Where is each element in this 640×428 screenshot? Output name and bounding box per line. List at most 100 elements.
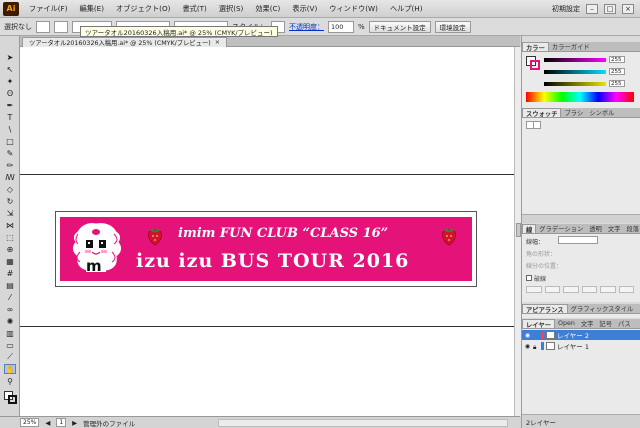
width-tool-icon[interactable]: ⋈ <box>4 220 16 230</box>
canvas-area[interactable]: m imim FUN CLUB “CLASS 16” izu izu BUS T… <box>20 47 514 416</box>
menu-edit[interactable]: 編集(E) <box>74 4 111 14</box>
menu-help[interactable]: ヘルプ(H) <box>384 4 429 14</box>
dash-field-2[interactable] <box>544 286 560 293</box>
tab-gradient[interactable]: グラデーション <box>536 224 586 233</box>
layer-row[interactable]: ◉ 🔒︎ レイヤー 1 <box>522 341 640 351</box>
color-value-3[interactable]: 255 <box>609 80 625 87</box>
stroke-color-icon[interactable] <box>8 395 17 404</box>
direct-selection-tool-icon[interactable]: ↖ <box>4 64 16 74</box>
horizontal-scrollbar[interactable] <box>218 419 508 427</box>
type-tool-icon[interactable]: T <box>4 112 16 122</box>
document-tab[interactable]: ツアータオル20160326入稿用.ai* @ 25% (CMYK/プレビュー)… <box>22 37 228 47</box>
menu-effect[interactable]: 効果(C) <box>249 4 286 14</box>
prev-artboard-icon[interactable]: ◀ <box>45 419 50 427</box>
tab-character[interactable]: 文字 <box>605 224 624 233</box>
tab-layers[interactable]: レイヤー <box>522 319 555 329</box>
lock-slot-icon[interactable] <box>533 332 539 339</box>
opacity-input[interactable]: 100 <box>328 20 354 33</box>
artboard-number-dropdown[interactable]: 1 <box>56 418 67 427</box>
lasso-tool-icon[interactable]: ʘ <box>4 88 16 98</box>
line-tool-icon[interactable]: \ <box>4 124 16 134</box>
dash-field-1[interactable] <box>526 286 542 293</box>
artboard-tool-icon[interactable]: ▭ <box>4 340 16 350</box>
menu-view[interactable]: 表示(V) <box>286 4 323 14</box>
color-value-1[interactable]: 255 <box>609 56 625 63</box>
layer-name[interactable]: レイヤー 1 <box>557 341 589 351</box>
tab-transparency[interactable]: 透明 <box>586 224 605 233</box>
rotate-tool-icon[interactable]: ↻ <box>4 196 16 206</box>
stroke-weight-select[interactable] <box>558 236 598 244</box>
shape-builder-tool-icon[interactable]: ⊕ <box>4 244 16 254</box>
pencil-tool-icon[interactable]: ✏ <box>4 160 16 170</box>
workspace-dropdown[interactable]: 初期設定 <box>552 4 580 14</box>
perspective-grid-tool-icon[interactable]: ▦ <box>4 256 16 266</box>
tab-symbols2[interactable]: 記号 <box>596 319 615 328</box>
hand-tool-icon[interactable]: ✋ <box>4 364 16 374</box>
dash-field-4[interactable] <box>581 286 597 293</box>
tab-paragraph[interactable]: 段落 <box>623 224 640 233</box>
close-tab-icon[interactable]: × <box>215 39 220 46</box>
dash-field-5[interactable] <box>600 286 616 293</box>
rectangle-tool-icon[interactable]: □ <box>4 136 16 146</box>
tab-appearance[interactable]: アピアランス <box>522 304 568 314</box>
document-setup-button[interactable]: ドキュメント設定 <box>368 20 431 33</box>
tab-color-guide[interactable]: カラーガイド <box>549 42 593 51</box>
opacity-link[interactable]: 不透明度： <box>289 22 324 32</box>
towel-banner[interactable]: m imim FUN CLUB “CLASS 16” izu izu BUS T… <box>60 217 472 281</box>
next-artboard-icon[interactable]: ▶ <box>72 419 77 427</box>
scale-tool-icon[interactable]: ⇲ <box>4 208 16 218</box>
color-stroke-icon[interactable] <box>530 60 540 70</box>
color-slider-1[interactable] <box>544 57 606 62</box>
lock-icon[interactable]: 🔒︎ <box>533 343 539 351</box>
blob-brush-tool-icon[interactable]: ꟿ <box>4 172 16 182</box>
swatch-registration[interactable] <box>533 121 541 129</box>
fill-swatch[interactable] <box>36 20 50 33</box>
tab-graphic-styles[interactable]: グラフィックスタイル <box>568 304 637 313</box>
visibility-eye-icon[interactable]: ◉ <box>524 332 531 339</box>
menu-file[interactable]: ファイル(F) <box>23 4 74 14</box>
color-slider-2[interactable] <box>544 69 606 74</box>
stroke-swatch[interactable] <box>54 20 68 33</box>
close-button[interactable]: × <box>622 3 634 14</box>
blend-tool-icon[interactable]: ∞ <box>4 304 16 314</box>
color-value-2[interactable]: 255 <box>609 68 625 75</box>
artboard[interactable]: m imim FUN CLUB “CLASS 16” izu izu BUS T… <box>55 211 477 287</box>
slice-tool-icon[interactable]: ⟋ <box>4 352 16 362</box>
pen-tool-icon[interactable]: ✒ <box>4 100 16 110</box>
zoom-tool-icon[interactable]: ⚲ <box>4 376 16 386</box>
dash-checkbox[interactable] <box>526 275 532 281</box>
tab-char2[interactable]: 文字 <box>578 319 597 328</box>
mesh-tool-icon[interactable]: # <box>4 268 16 278</box>
visibility-eye-icon[interactable]: ◉ <box>524 343 531 350</box>
paintbrush-tool-icon[interactable]: ✎ <box>4 148 16 158</box>
minimize-button[interactable]: – <box>586 3 598 14</box>
menu-window[interactable]: ウィンドウ(W) <box>323 4 384 14</box>
magic-wand-tool-icon[interactable]: ✦ <box>4 76 16 86</box>
menu-object[interactable]: オブジェクト(O) <box>110 4 176 14</box>
layer-name[interactable]: レイヤー 2 <box>557 330 589 340</box>
zoom-dropdown[interactable]: 25% <box>20 418 40 427</box>
gradient-tool-icon[interactable]: ▤ <box>4 280 16 290</box>
color-slider-3[interactable] <box>544 81 606 86</box>
eraser-tool-icon[interactable]: ◇ <box>4 184 16 194</box>
vertical-scrollbar[interactable] <box>514 47 521 416</box>
dash-field-6[interactable] <box>618 286 634 293</box>
maximize-button[interactable]: □ <box>604 3 616 14</box>
preferences-button[interactable]: 環境設定 <box>434 20 471 33</box>
tab-brushes[interactable]: ブラシ <box>561 108 586 117</box>
free-transform-tool-icon[interactable]: ⬚ <box>4 232 16 242</box>
graph-tool-icon[interactable]: ▥ <box>4 328 16 338</box>
tab-paths[interactable]: パス <box>615 319 634 328</box>
tab-color[interactable]: カラー <box>522 42 549 52</box>
tab-open[interactable]: Open <box>555 319 578 328</box>
color-spectrum-bar[interactable] <box>526 92 634 102</box>
menu-select[interactable]: 選択(S) <box>213 4 250 14</box>
eyedropper-tool-icon[interactable]: ⁄ <box>4 292 16 302</box>
selection-tool-icon[interactable]: ➤ <box>4 52 16 62</box>
tab-stroke[interactable]: 線 <box>522 224 537 234</box>
dash-field-3[interactable] <box>563 286 579 293</box>
symbol-sprayer-tool-icon[interactable]: ✺ <box>4 316 16 326</box>
tab-symbols[interactable]: シンボル <box>586 108 617 117</box>
menu-type[interactable]: 書式(T) <box>176 4 212 14</box>
layer-row[interactable]: ◉ レイヤー 2 <box>522 330 640 340</box>
